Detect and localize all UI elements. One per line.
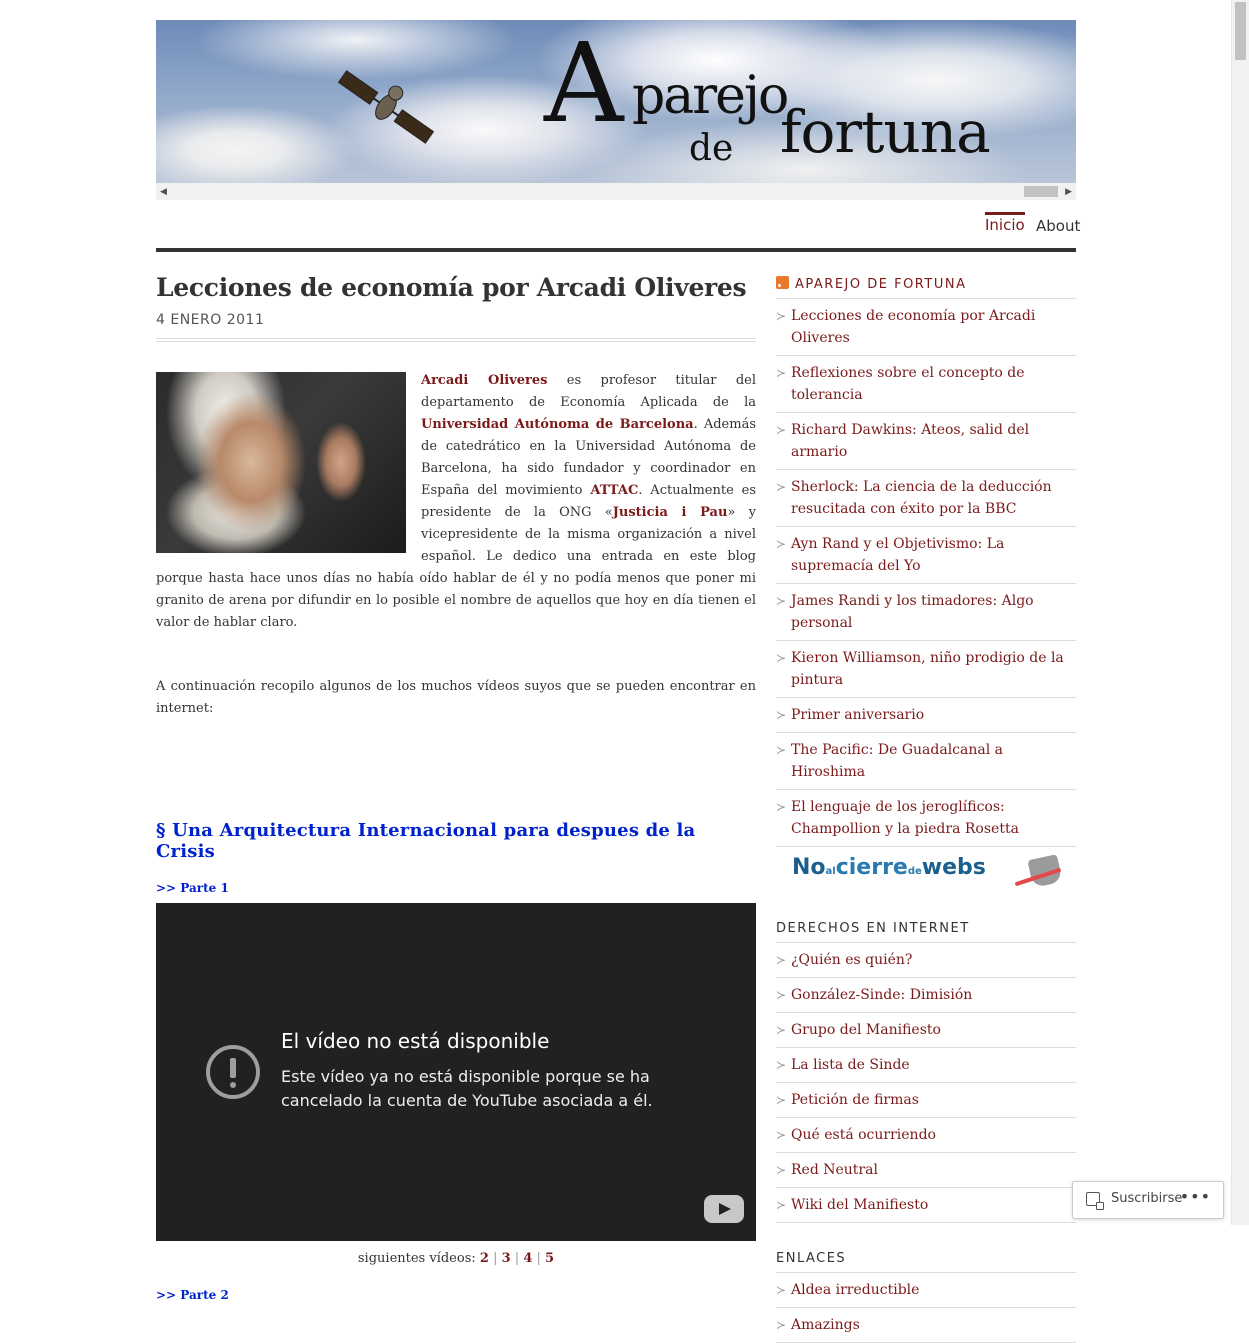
banner-horizontal-scrollbar[interactable]: ◀ ▶ bbox=[156, 183, 1076, 200]
divider bbox=[156, 338, 756, 342]
feed-item[interactable]: Sherlock: La ciencia de la deducción res… bbox=[776, 470, 1076, 527]
scroll-right-arrow-icon[interactable]: ▶ bbox=[1065, 187, 1072, 197]
feed-item[interactable]: Kieron Williamson, niño prodigio de la p… bbox=[776, 641, 1076, 698]
post-date: 4 ENERO 2011 bbox=[156, 312, 265, 328]
intro-videos-text: A continuación recopilo algunos de los m… bbox=[156, 679, 756, 716]
parte-2-label: >> Parte 2 bbox=[156, 1288, 229, 1302]
feed-list: Lecciones de economía por Arcadi Olivere… bbox=[776, 299, 1076, 847]
follow-bar: Suscribirse ••• bbox=[1072, 1181, 1224, 1219]
derechos-item[interactable]: Petición de firmas bbox=[776, 1083, 1076, 1118]
enlaces-list: Aldea irreductible Amazings bbox=[776, 1273, 1076, 1343]
enlaces-item[interactable]: Amazings bbox=[776, 1308, 1076, 1343]
link-arcadi-oliveres[interactable]: Arcadi Oliveres bbox=[421, 373, 547, 388]
video-player[interactable]: El vídeo no está disponible Este vídeo y… bbox=[156, 903, 756, 1241]
badge-cierre: cierre bbox=[835, 855, 908, 880]
feed-widget-title[interactable]: APAREJO DE FORTUNA bbox=[776, 276, 1076, 299]
arcadi-oliveres-photo bbox=[156, 372, 406, 553]
rss-icon[interactable] bbox=[776, 276, 789, 289]
youtube-logo-icon[interactable] bbox=[704, 1195, 744, 1223]
link-justicia-i-pau[interactable]: Justicia i Pau bbox=[613, 505, 728, 520]
link-attac[interactable]: ATTAC bbox=[590, 483, 638, 498]
next-videos: siguientes vídeos: 2 | 3 | 4 | 5 bbox=[357, 1251, 555, 1266]
next-video-link-4[interactable]: 4 bbox=[523, 1251, 532, 1266]
badge-de: de bbox=[907, 866, 922, 877]
page-wrapper: A parejo de fortuna ◀ ▶ Inicio About Lec… bbox=[156, 20, 1080, 1343]
derechos-item[interactable]: Qué está ocurriendo bbox=[776, 1118, 1076, 1153]
feed-item[interactable]: El lenguaje de los jeroglíficos: Champol… bbox=[776, 790, 1076, 847]
section-title: § Una Arquitectura Internacional para de… bbox=[156, 820, 696, 862]
post-body: Arcadi Oliveres es profesor titular del … bbox=[156, 370, 756, 720]
nav-inicio[interactable]: Inicio bbox=[985, 212, 1025, 234]
derechos-widget-title: DERECHOS EN INTERNET bbox=[776, 921, 1076, 943]
parte-1-label: >> Parte 1 bbox=[156, 881, 229, 895]
reader-icon[interactable] bbox=[1086, 1192, 1104, 1210]
alert-icon bbox=[206, 1045, 260, 1099]
feed-item[interactable]: Lecciones de economía por Arcadi Olivere… bbox=[776, 299, 1076, 356]
feed-item[interactable]: Ayn Rand y el Objetivismo: La supremacía… bbox=[776, 527, 1076, 584]
link-uab[interactable]: Universidad Autónoma de Barcelona bbox=[421, 417, 694, 432]
derechos-item[interactable]: Grupo del Manifiesto bbox=[776, 1013, 1076, 1048]
video-unavailable-title: El vídeo no está disponible bbox=[281, 1029, 550, 1053]
feed-item[interactable]: The Pacific: De Guadalcanal a Hiroshima bbox=[776, 733, 1076, 790]
satellite-icon bbox=[337, 70, 435, 144]
logo-letter-a: A bbox=[544, 20, 624, 147]
feed-item[interactable]: Reflexiones sobre el concepto de toleran… bbox=[776, 356, 1076, 413]
post-article: Lecciones de economía por Arcadi Olivere… bbox=[156, 268, 756, 1302]
logo-word-de: de bbox=[689, 128, 734, 169]
no-al-cierre-de-webs-badge[interactable]: Noalcierredewebs bbox=[792, 854, 1076, 893]
main-navigation: Inicio About bbox=[156, 200, 1080, 252]
logo-word-aparejo: parejo bbox=[632, 66, 789, 126]
feed-item[interactable]: Richard Dawkins: Ateos, salid del armari… bbox=[776, 413, 1076, 470]
subscribe-button[interactable]: Suscribirse bbox=[1111, 1191, 1182, 1206]
nav-about[interactable]: About bbox=[1036, 214, 1080, 235]
derechos-list: ¿Quién es quién? González-Sinde: Dimisió… bbox=[776, 943, 1076, 1223]
post-title[interactable]: Lecciones de economía por Arcadi Olivere… bbox=[156, 268, 756, 308]
sidebar: APAREJO DE FORTUNA Lecciones de economía… bbox=[776, 276, 1076, 1343]
badge-no: No bbox=[792, 855, 826, 880]
derechos-item[interactable]: González-Sinde: Dimisión bbox=[776, 978, 1076, 1013]
feed-title-text: APAREJO DE FORTUNA bbox=[795, 277, 967, 292]
derechos-item[interactable]: La lista de Sinde bbox=[776, 1048, 1076, 1083]
feed-item[interactable]: Primer aniversario bbox=[776, 698, 1076, 733]
badge-webs: webs bbox=[921, 855, 986, 880]
vertical-scrollbar[interactable] bbox=[1231, 0, 1249, 1225]
video-unavailable-description: Este vídeo ya no está disponible porque … bbox=[281, 1067, 653, 1110]
derechos-item[interactable]: ¿Quién es quién? bbox=[776, 943, 1076, 978]
derechos-item[interactable]: Wiki del Manifiesto bbox=[776, 1188, 1076, 1223]
more-options-icon[interactable]: ••• bbox=[1180, 1187, 1211, 1206]
scrollbar-thumb[interactable] bbox=[1235, 2, 1246, 60]
header-banner[interactable]: A parejo de fortuna bbox=[156, 20, 1076, 183]
next-video-link-3[interactable]: 3 bbox=[502, 1251, 511, 1266]
hscroll-thumb[interactable] bbox=[1024, 186, 1058, 197]
scroll-left-arrow-icon[interactable]: ◀ bbox=[160, 187, 167, 197]
feed-item[interactable]: James Randi y los timadores: Algo person… bbox=[776, 584, 1076, 641]
next-videos-label: siguientes vídeos: bbox=[357, 1251, 480, 1266]
badge-al: al bbox=[825, 866, 836, 877]
next-video-link-2[interactable]: 2 bbox=[480, 1251, 489, 1266]
enlaces-widget-title: ENLACES bbox=[776, 1251, 1076, 1273]
enlaces-item[interactable]: Aldea irreductible bbox=[776, 1273, 1076, 1308]
next-video-link-5[interactable]: 5 bbox=[545, 1251, 554, 1266]
logo-word-fortuna: fortuna bbox=[780, 98, 991, 166]
derechos-item[interactable]: Red Neutral bbox=[776, 1153, 1076, 1188]
